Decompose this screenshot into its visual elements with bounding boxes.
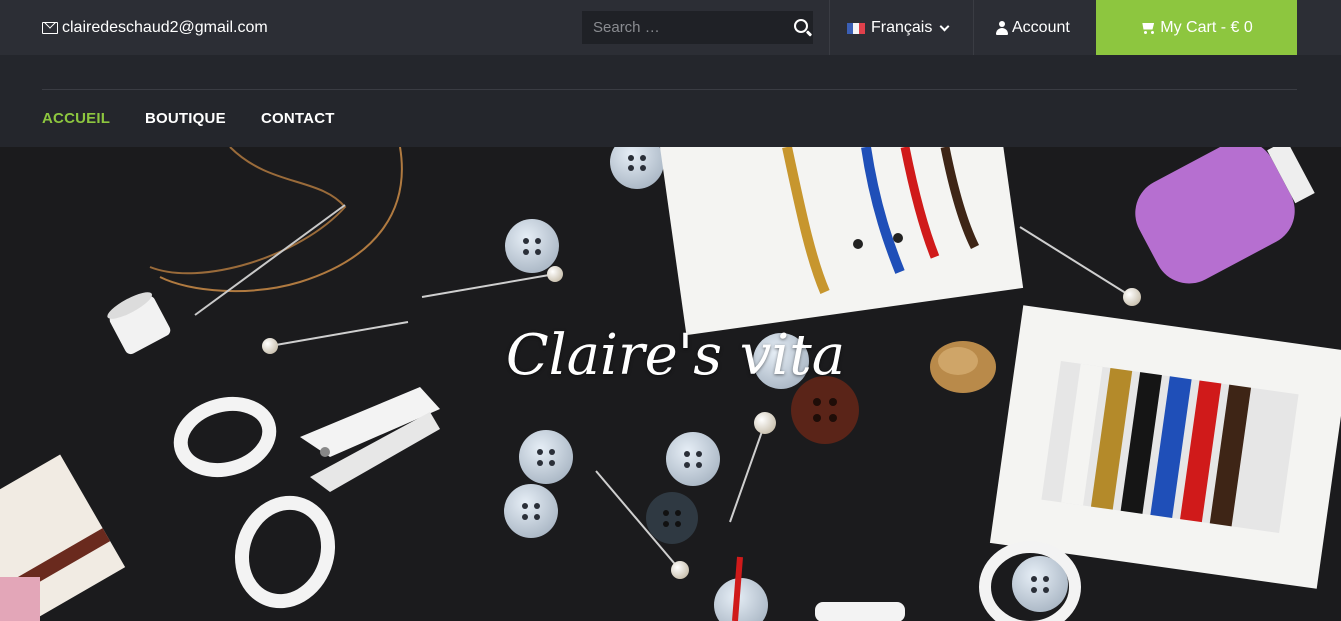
cart-button[interactable]: My Cart - € 0	[1096, 0, 1297, 55]
hero-banner: Claire's vita	[0, 147, 1341, 621]
french-flag-icon	[847, 22, 865, 34]
search-icon	[794, 19, 808, 33]
language-selector[interactable]: Français	[847, 16, 950, 40]
language-label: Français	[871, 19, 933, 36]
cart-icon	[1140, 22, 1155, 34]
cart-label: My Cart - € 0	[1160, 18, 1253, 36]
account-label: Account	[1012, 19, 1070, 36]
nav-item-accueil[interactable]: ACCUEIL	[42, 110, 110, 127]
envelope-icon	[42, 22, 58, 34]
nav-divider	[42, 89, 1297, 90]
top-bar: clairedeschaud2@gmail.com Français Accou…	[0, 0, 1341, 55]
search-input[interactable]	[582, 11, 792, 44]
topbar-divider	[973, 0, 974, 55]
chevron-down-icon	[939, 21, 950, 31]
nav-item-contact[interactable]: CONTACT	[261, 110, 335, 127]
account-link[interactable]: Account	[996, 16, 1070, 40]
topbar-divider	[829, 0, 830, 55]
hero-title: Claire's vita	[505, 323, 846, 388]
contact-email-text: clairedeschaud2@gmail.com	[62, 19, 268, 36]
search-form	[582, 11, 813, 44]
search-button[interactable]	[792, 11, 813, 44]
contact-email[interactable]: clairedeschaud2@gmail.com	[42, 17, 268, 39]
main-navigation: ACCUEIL BOUTIQUE CONTACT	[0, 55, 1341, 147]
nav-item-boutique[interactable]: BOUTIQUE	[145, 110, 226, 127]
user-icon	[996, 21, 1008, 35]
